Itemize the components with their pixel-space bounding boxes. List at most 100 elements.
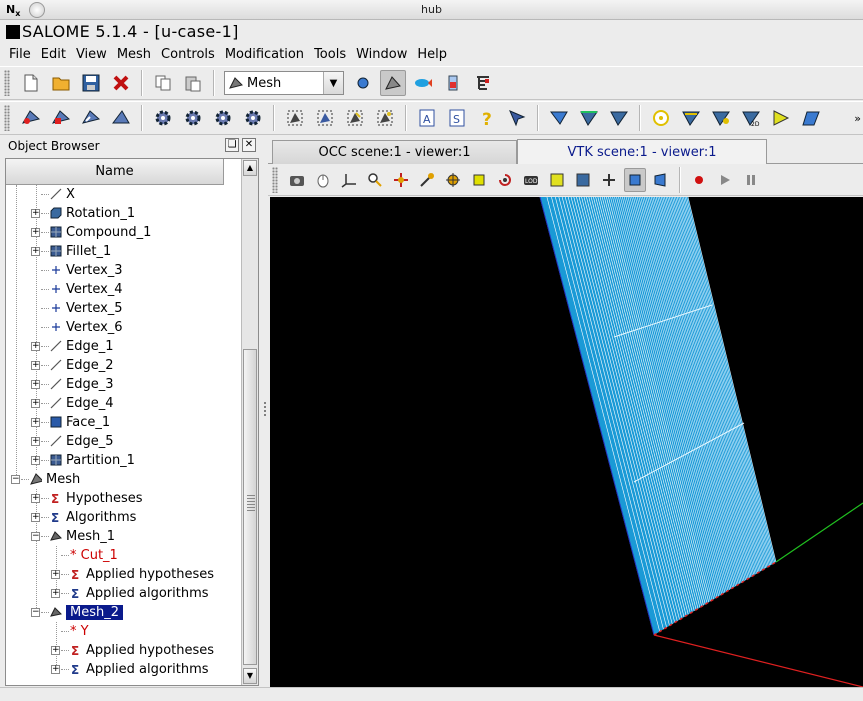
menu-edit[interactable]: Edit (36, 47, 71, 62)
toolbar-grip[interactable] (4, 70, 10, 96)
tree-item[interactable]: + Σ Hypotheses (6, 489, 242, 508)
scroll-down-icon[interactable]: ▼ (243, 668, 257, 684)
expand-icon[interactable]: + (31, 456, 40, 465)
node-control-button[interactable] (648, 105, 674, 131)
close-document-button[interactable] (108, 70, 134, 96)
length-control-button[interactable] (678, 105, 704, 131)
help-button[interactable]: ? (474, 105, 500, 131)
show-trihedron-button[interactable] (338, 168, 360, 192)
edit-group-button[interactable] (342, 105, 368, 131)
collapse-icon[interactable]: − (31, 608, 40, 617)
toolbar-grip[interactable] (4, 105, 10, 131)
expand-icon[interactable]: + (51, 646, 60, 655)
reset-view-button[interactable] (598, 168, 620, 192)
expand-icon[interactable]: + (31, 380, 40, 389)
dump-view-button[interactable] (286, 168, 308, 192)
expand-icon[interactable]: + (31, 494, 40, 503)
tree-item[interactable]: + Edge_3 (6, 375, 242, 394)
expand-icon[interactable]: + (31, 513, 40, 522)
float-panel-icon[interactable]: ❏ (225, 138, 239, 152)
tree-item[interactable]: − Mesh (6, 470, 242, 489)
copy-button[interactable] (150, 70, 176, 96)
new-document-button[interactable] (18, 70, 44, 96)
tree-item[interactable]: − Mesh_1 (6, 527, 242, 546)
lod-button[interactable]: LOD (520, 168, 542, 192)
pan-button[interactable] (442, 168, 464, 192)
tree-item[interactable]: + Compound_1 (6, 223, 242, 242)
menu-mesh[interactable]: Mesh (112, 47, 156, 62)
tree-item[interactable]: + Rotation_1 (6, 204, 242, 223)
tree-item[interactable]: X (6, 185, 242, 204)
scrollbar-thumb[interactable] (243, 349, 257, 665)
back-view-button[interactable] (572, 168, 594, 192)
mesh-module-button[interactable] (380, 70, 406, 96)
chevron-down-icon[interactable]: ▼ (323, 72, 343, 94)
tree-item[interactable]: + Fillet_1 (6, 242, 242, 261)
parallel-projection-button[interactable] (624, 167, 646, 192)
module-selector[interactable]: Mesh ▼ (224, 71, 344, 95)
expand-icon[interactable]: + (51, 589, 60, 598)
tab-vtk-viewer[interactable]: VTK scene:1 - viewer:1 (517, 139, 767, 164)
compute-button[interactable] (150, 105, 176, 131)
tree-item[interactable]: + Edge_1 (6, 337, 242, 356)
collapse-icon[interactable]: − (31, 532, 40, 541)
tree-item[interactable]: + Σ Applied hypotheses (6, 641, 242, 660)
tree-item[interactable]: + Σ Applied algorithms (6, 584, 242, 603)
edit-mesh-button[interactable] (78, 105, 104, 131)
interaction-style-button[interactable] (312, 168, 334, 192)
tree-item[interactable]: + Edge_2 (6, 356, 242, 375)
preview-button[interactable] (180, 105, 206, 131)
menu-file[interactable]: File (4, 47, 36, 62)
tree-item[interactable]: * Y (6, 622, 242, 641)
expand-icon[interactable]: + (31, 437, 40, 446)
vtk-3d-viewport[interactable] (270, 197, 863, 687)
tree-item[interactable]: − Mesh_2 (6, 603, 242, 622)
tree-item[interactable]: + Edge_5 (6, 432, 242, 451)
import-mesh-button[interactable] (108, 105, 134, 131)
tab-occ-viewer[interactable]: OCC scene:1 - viewer:1 (272, 140, 517, 164)
free-nodes-button[interactable] (606, 105, 632, 131)
menu-tools[interactable]: Tools (309, 47, 351, 62)
perspective-projection-button[interactable] (650, 168, 672, 192)
group-on-geometry-button[interactable] (372, 105, 398, 131)
pause-button[interactable] (740, 168, 762, 192)
expand-icon[interactable]: + (51, 665, 60, 674)
front-view-button[interactable] (546, 168, 568, 192)
close-panel-icon[interactable]: ✕ (242, 138, 256, 152)
free-borders-button[interactable] (546, 105, 572, 131)
taper-button[interactable] (768, 105, 794, 131)
connectivity-button[interactable] (708, 105, 734, 131)
area-button[interactable] (798, 105, 824, 131)
tree-item[interactable]: Vertex_4 (6, 280, 242, 299)
global-pan-button[interactable] (468, 168, 490, 192)
paste-button[interactable] (180, 70, 206, 96)
save-document-button[interactable] (78, 70, 104, 96)
post-pro-module-button[interactable] (410, 70, 436, 96)
tree-item[interactable]: * Cut_1 (6, 546, 242, 565)
expand-icon[interactable]: + (31, 418, 40, 427)
find-element-button[interactable] (504, 105, 530, 131)
open-document-button[interactable] (48, 70, 74, 96)
tree-item[interactable]: + Σ Algorithms (6, 508, 242, 527)
fit-all-button[interactable] (364, 168, 386, 192)
tree-item[interactable]: Vertex_5 (6, 299, 242, 318)
record-button[interactable] (688, 168, 710, 192)
menu-view[interactable]: View (71, 47, 112, 62)
create-group-button[interactable] (282, 105, 308, 131)
activate-module-button[interactable] (350, 70, 376, 96)
tree-item[interactable]: + Σ Applied algorithms (6, 660, 242, 679)
rotate-button[interactable] (494, 168, 516, 192)
create-mesh-button[interactable] (18, 105, 44, 131)
scroll-up-icon[interactable]: ▲ (243, 160, 257, 176)
expand-icon[interactable]: + (31, 247, 40, 256)
play-button[interactable] (714, 168, 736, 192)
standard-info-button[interactable]: S (444, 105, 470, 131)
expand-icon[interactable]: + (31, 342, 40, 351)
tree-item[interactable]: + Edge_4 (6, 394, 242, 413)
object-tree[interactable]: Name X + Rotation_1 + Compound_1 + Fillet_1 Ver… (5, 158, 259, 686)
mesh-order-button[interactable] (240, 105, 266, 131)
evaluate-button[interactable] (210, 105, 236, 131)
free-edges-button[interactable] (576, 105, 602, 131)
menu-window[interactable]: Window (351, 47, 412, 62)
fit-area-button[interactable] (390, 168, 412, 192)
